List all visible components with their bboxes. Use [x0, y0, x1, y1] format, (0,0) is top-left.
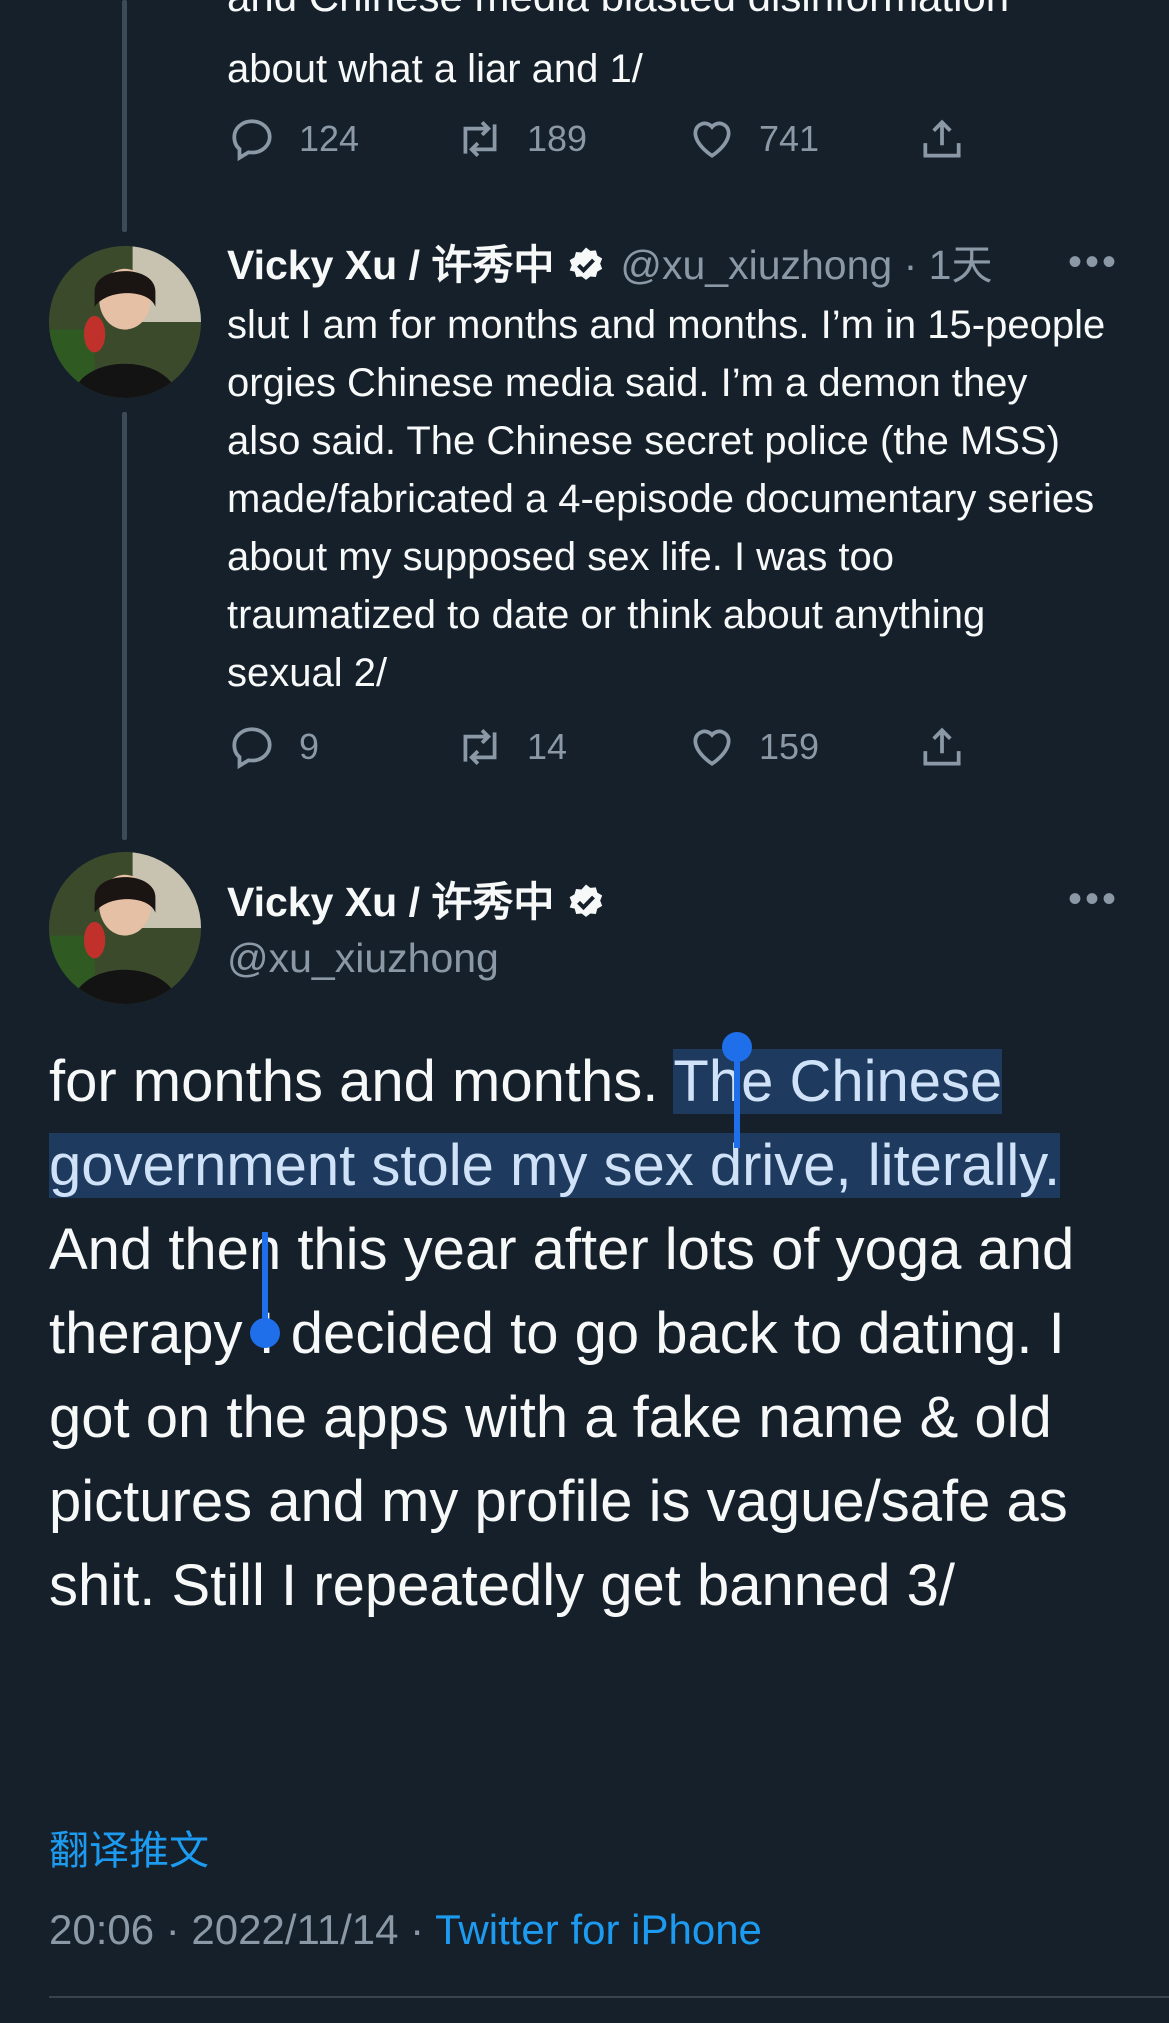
retweet-button[interactable]: 14 [455, 722, 567, 772]
tweet-meta: 20:06 · 2022/11/14 · Twitter for iPhone [49, 1906, 762, 1954]
prev-tweet-text: about what a liar and 1/ [227, 47, 643, 91]
verified-badge-icon [570, 884, 603, 917]
main-tweet-header: Vicky Xu / 许秀中 [227, 874, 606, 930]
prev-tweet-actions: 124 189 741 [227, 114, 987, 174]
reply-button[interactable]: 9 [227, 722, 319, 772]
thread-line-top [122, 0, 127, 232]
main-tweet-text[interactable]: for months and months. The Chinese gover… [49, 1040, 1129, 1628]
time-date: 20:06 · 2022/11/14 · [49, 1906, 436, 1953]
like-count: 741 [759, 118, 820, 159]
reply-count: 124 [299, 118, 360, 159]
divider [49, 1996, 1169, 1998]
display-name[interactable]: Vicky Xu / 许秀中 [227, 874, 554, 930]
retweet-button[interactable]: 189 [455, 114, 587, 164]
handle[interactable]: @xu_xiuzhong [227, 930, 499, 986]
like-button[interactable]: 159 [687, 722, 819, 772]
more-icon[interactable]: ••• [1068, 877, 1119, 922]
reply-icon [232, 119, 272, 162]
like-icon [693, 729, 731, 766]
thread-line-mid [122, 412, 127, 840]
display-name[interactable]: Vicky Xu / 许秀中 [227, 237, 554, 293]
verified-badge-icon [570, 247, 603, 280]
main-tweet-handle: @xu_xiuzhong [227, 930, 499, 986]
avatar[interactable] [49, 852, 201, 1004]
selection-end-caret[interactable] [262, 1232, 268, 1332]
reply-icon [232, 727, 272, 770]
retweet-icon [463, 729, 497, 765]
text-before: for months and months. [49, 1049, 674, 1114]
like-button[interactable]: 741 [687, 114, 819, 164]
source-link[interactable]: Twitter for iPhone [435, 1906, 762, 1953]
handle-and-time[interactable]: @xu_xiuzhong · 1天 [620, 237, 992, 293]
tweet-text: slut I am for months and months. I’m in … [227, 303, 1106, 695]
retweet-icon [463, 121, 497, 157]
retweet-count: 14 [527, 726, 568, 767]
translate-tweet-link[interactable]: 翻译推文 [49, 1818, 209, 1876]
share-button[interactable] [917, 722, 967, 772]
share-icon [923, 119, 961, 158]
share-icon [923, 727, 961, 766]
avatar[interactable] [49, 246, 201, 398]
like-icon [693, 121, 731, 158]
tweet-actions: 9 14 159 [227, 722, 987, 782]
tweet-header: Vicky Xu / 许秀中 @xu_xiuzhong · 1天 [227, 237, 992, 293]
prev-tweet-cut-text: and Chinese media blasted disinformation [227, 0, 1009, 26]
like-count: 159 [759, 726, 820, 767]
reply-count: 9 [299, 726, 320, 767]
text-after: And then this year after lots of yoga an… [49, 1217, 1075, 1618]
reply-button[interactable]: 124 [227, 114, 359, 164]
retweet-count: 189 [527, 118, 588, 159]
selection-start-caret[interactable] [734, 1048, 740, 1148]
share-button[interactable] [917, 114, 967, 164]
selection-end-handle[interactable] [250, 1318, 280, 1348]
more-icon[interactable]: ••• [1068, 240, 1119, 285]
